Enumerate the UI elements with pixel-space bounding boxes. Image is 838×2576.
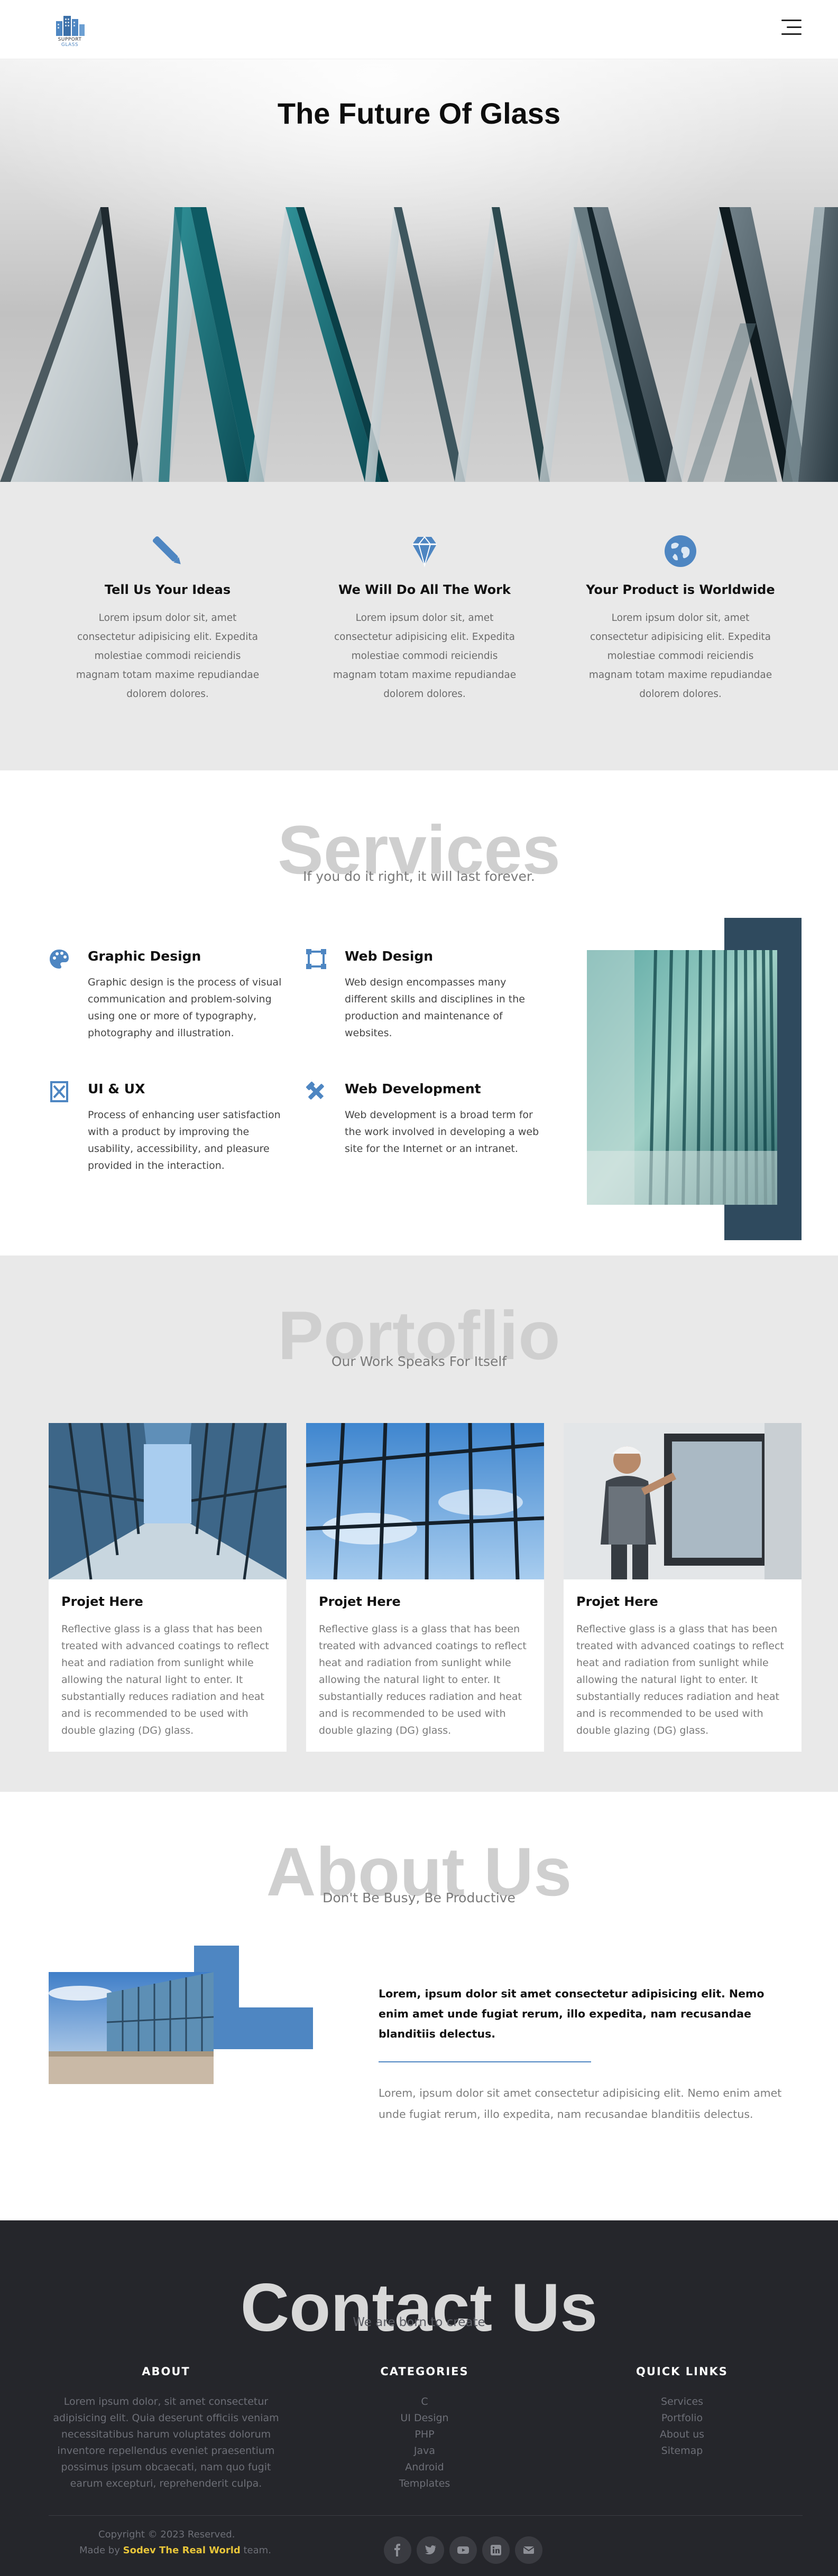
youtube-icon[interactable] (449, 2536, 477, 2564)
footer-categories-list: C UI Design PHP Java Android Templates (303, 2394, 546, 2492)
about-text: Lorem, ipsum dolor sit amet consectetur … (379, 2087, 782, 2121)
footer-quick-link[interactable]: About us (560, 2426, 804, 2443)
palette-icon (50, 950, 69, 969)
footer-quick-link[interactable]: Sitemap (560, 2443, 804, 2459)
globe-icon (665, 535, 696, 567)
feature-text: Lorem ipsum dolor sit, amet consectetur … (588, 612, 772, 700)
service-text: Process of enhancing user satisfaction w… (88, 1109, 281, 1171)
ui-ux-icon (50, 1081, 68, 1102)
about-bold-text: Lorem, ipsum dolor sit amet consectetur … (379, 1987, 765, 2040)
footer-category-link[interactable]: Templates (303, 2476, 546, 2492)
footer-about-title: ABOUT (142, 2365, 190, 2378)
footer-quick-link[interactable]: Services (560, 2394, 804, 2410)
footer-categories-column: CATEGORIES C UI Design PHP Java Android … (303, 2365, 546, 2492)
feature-title: We Will Do All The Work (338, 582, 511, 597)
footer-category-link[interactable]: C (303, 2394, 546, 2410)
portfolio-image (49, 1423, 287, 1579)
service-title: UI & UX (88, 1081, 145, 1096)
portfolio-card-text: Reflective glass is a glass that has bee… (61, 1623, 269, 1736)
twitter-icon[interactable] (417, 2536, 444, 2564)
footer-about-column: ABOUT Lorem ipsum dolor, sit amet consec… (44, 2365, 288, 2492)
service-title: Graphic Design (88, 948, 201, 964)
made-by-link[interactable]: Sodev The Real World (123, 2545, 241, 2556)
service-text: Web development is a broad term for the … (345, 1109, 539, 1155)
footer-category-link[interactable]: UI Design (303, 2410, 546, 2426)
service-text: Web design encompasses many different sk… (345, 977, 525, 1039)
made-by-suffix: team. (243, 2545, 271, 2556)
services-glass-image (587, 950, 777, 1205)
portfolio-card[interactable]: Projet Here Reflective glass is a glass … (564, 1423, 802, 1752)
linkedin-icon[interactable] (482, 2536, 510, 2564)
feature-title: Your Product is Worldwide (586, 582, 775, 597)
portfolio-image (564, 1423, 802, 1579)
hamburger-menu-icon[interactable] (781, 20, 802, 35)
logo-buildings-icon (56, 16, 85, 36)
hero-banner: The Future Of Glass (0, 59, 838, 482)
top-navbar: SUPPORT GLASS (0, 0, 838, 59)
logo-accent: GLASS (61, 42, 79, 48)
facebook-icon[interactable] (384, 2536, 411, 2564)
portfolio-subheading: Our Work Speaks For Itself (331, 1354, 507, 1369)
footer-categories-title: CATEGORIES (380, 2365, 469, 2378)
footer-quick-links-column: QUICK LINKS Services Portfolio About us … (560, 2365, 804, 2459)
footer-category-link[interactable]: Java (303, 2443, 546, 2459)
portfolio-card-title: Projet Here (576, 1594, 658, 1609)
portfolio-card-title: Projet Here (61, 1594, 143, 1609)
portfolio-card[interactable]: Projet Here Reflective glass is a glass … (49, 1423, 287, 1752)
logo-main: SUPPORT (58, 37, 82, 42)
tools-icon (306, 1082, 324, 1100)
made-by-line: Made by Sodev The Real World team. (79, 2543, 291, 2559)
footer-category-link[interactable]: PHP (303, 2426, 546, 2443)
footer-quick-links-list: Services Portfolio About us Sitemap (560, 2394, 804, 2459)
feature-title: Tell Us Your Ideas (104, 582, 231, 597)
footer-quick-link[interactable]: Portfolio (560, 2410, 804, 2426)
feature-card: Your Product is Worldwide Lorem ipsum do… (575, 533, 786, 704)
email-icon[interactable] (515, 2536, 542, 2564)
footer-about-text: Lorem ipsum dolor, sit amet consectetur … (53, 2396, 279, 2489)
about-divider (379, 2061, 591, 2062)
made-by-prefix: Made by (79, 2545, 120, 2556)
portfolio-card-title: Projet Here (319, 1594, 401, 1609)
features-section: Tell Us Your Ideas Lorem ipsum dolor sit… (0, 482, 838, 770)
service-title: Web Development (345, 1081, 481, 1096)
diamond-icon (412, 536, 437, 568)
feature-text: Lorem ipsum dolor sit, amet consectetur … (76, 612, 260, 700)
contact-heading: Contact Us (240, 2270, 598, 2346)
feature-card: We Will Do All The Work Lorem ipsum dolo… (319, 533, 530, 704)
portfolio-image (306, 1423, 544, 1579)
logo-text: SUPPORT GLASS (49, 37, 91, 48)
portfolio-card-text: Reflective glass is a glass that has bee… (576, 1623, 784, 1736)
footer-category-link[interactable]: Android (303, 2459, 546, 2476)
footer-quick-links-title: QUICK LINKS (636, 2365, 728, 2378)
contact-subheading: We are born to create (353, 2315, 485, 2329)
copyright-text: Copyright © 2023 Reserved. (98, 2529, 235, 2540)
service-text: Graphic design is the process of visual … (88, 977, 282, 1039)
feature-text: Lorem ipsum dolor sit, amet consectetur … (333, 612, 517, 700)
pen-icon (152, 536, 181, 564)
footer: Contact Us We are born to create ABOUT L… (0, 2220, 838, 2576)
hero-title: The Future Of Glass (277, 97, 561, 130)
copyright: Copyright © 2023 Reserved. Made by Sodev… (79, 2527, 291, 2559)
about-building-image (49, 1972, 214, 2084)
portfolio-card-text: Reflective glass is a glass that has bee… (319, 1623, 527, 1736)
web-design-icon (306, 949, 326, 969)
service-title: Web Design (345, 948, 434, 964)
footer-divider (49, 2515, 803, 2516)
services-subheading: If you do it right, it will last forever… (303, 869, 535, 884)
site-logo[interactable]: SUPPORT GLASS (49, 14, 91, 48)
portfolio-card[interactable]: Projet Here Reflective glass is a glass … (306, 1423, 544, 1752)
feature-card: Tell Us Your Ideas Lorem ipsum dolor sit… (62, 533, 273, 704)
about-subheading: Don't Be Busy, Be Productive (323, 1890, 515, 1905)
